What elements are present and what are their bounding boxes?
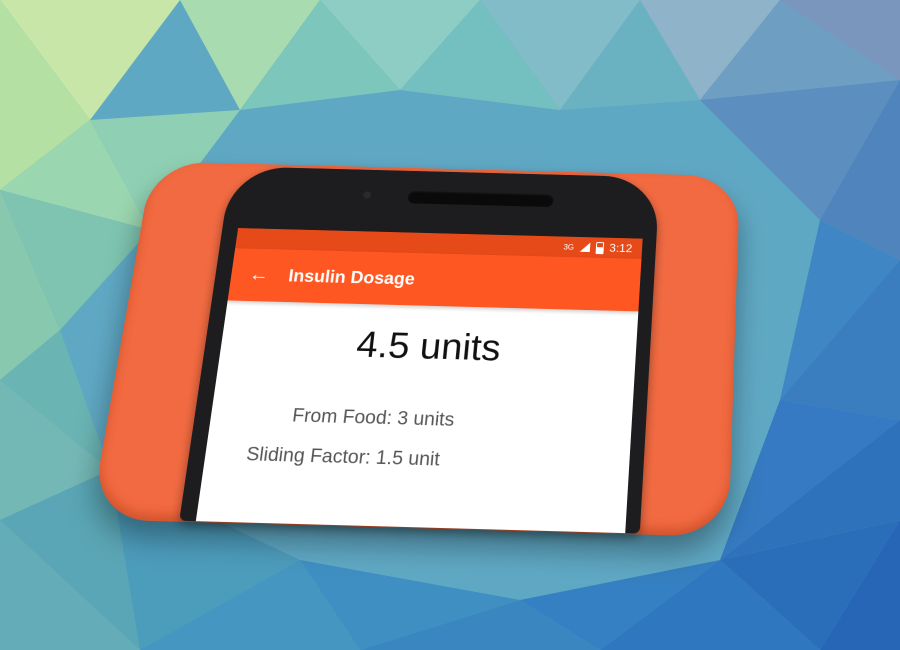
sliding-factor-label: Sliding Factor: 1.5 unit: [244, 444, 441, 471]
battery-icon: [595, 241, 604, 254]
total-dose: 4.5 units: [354, 324, 503, 370]
page-title: Insulin Dosage: [287, 265, 416, 288]
from-food-label: From Food: 3 units: [291, 405, 456, 431]
phone-screen: 3G 3:12 ← Insulin Dosage 4.5 units From …: [195, 228, 643, 534]
phone-device: 3G 3:12 ← Insulin Dosage 4.5 units From …: [179, 166, 660, 534]
earpiece-speaker: [407, 190, 554, 208]
front-camera: [362, 191, 372, 199]
status-time: 3:12: [608, 241, 633, 255]
signal-icon: [579, 242, 591, 253]
dosage-content: 4.5 units From Food: 3 units Sliding Fac…: [204, 300, 638, 476]
arrow-left-icon[interactable]: ←: [248, 264, 275, 286]
network-label: 3G: [563, 242, 575, 252]
scene: 3G 3:12 ← Insulin Dosage 4.5 units From …: [0, 0, 900, 650]
